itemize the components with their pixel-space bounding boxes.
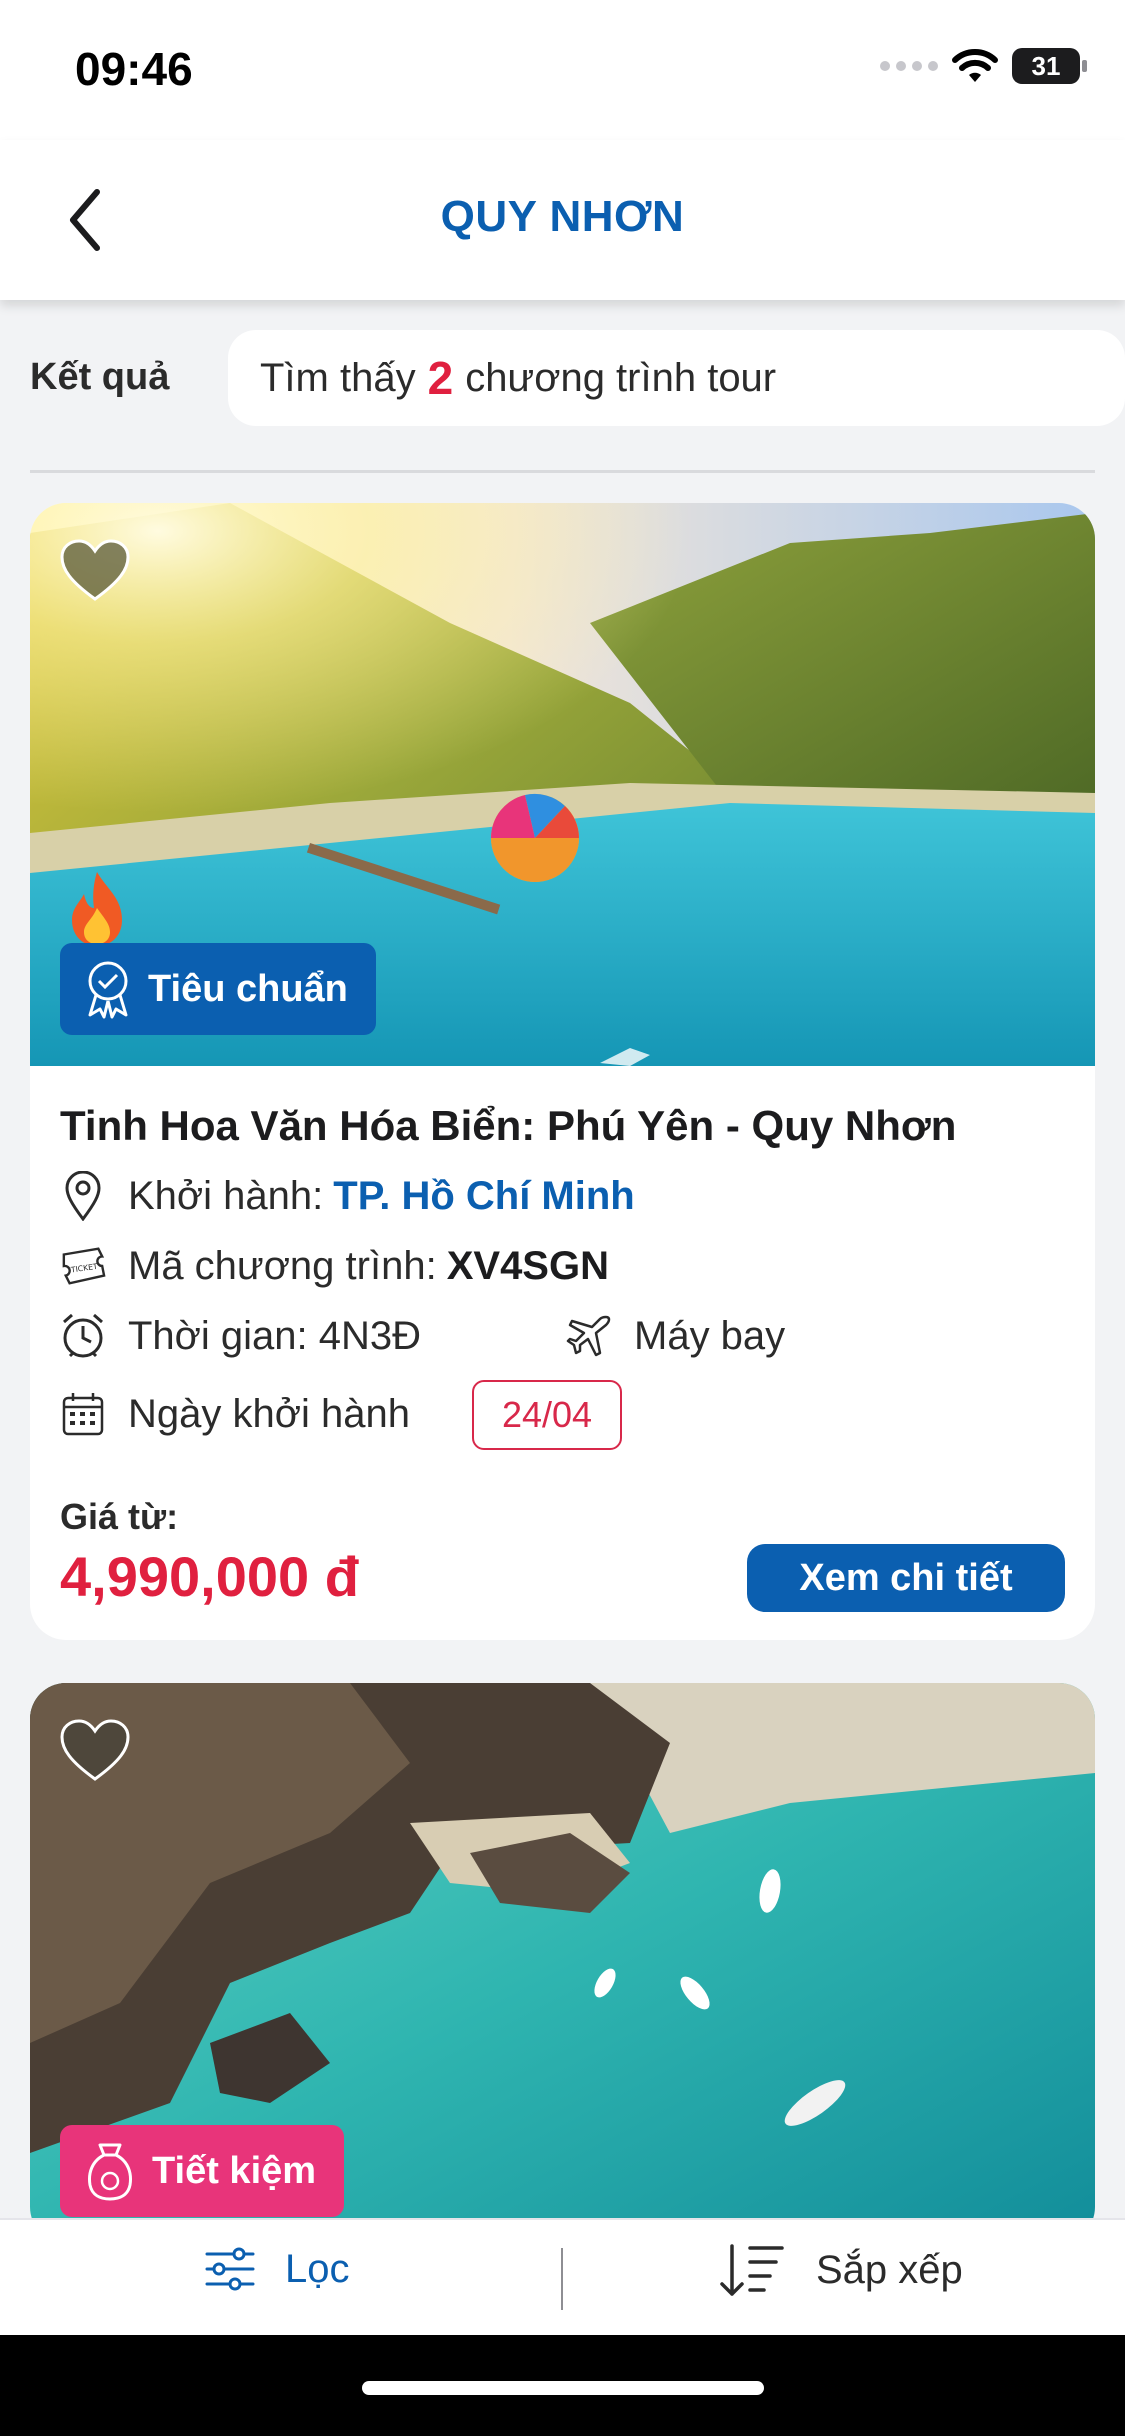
calendar-icon: [60, 1388, 106, 1440]
tour-code: XV4SGN: [446, 1243, 609, 1288]
badge-icon: [88, 961, 128, 1019]
battery-icon: 31: [1012, 48, 1087, 84]
duration-text: Thời gian: 4N3Đ: [128, 1313, 422, 1358]
filter-label: Lọc: [285, 2246, 350, 2291]
sort-icon: [720, 2244, 784, 2296]
status-bar: 09:46 31: [0, 0, 1125, 140]
results-box: Tìm thấy 2 chương trình tour: [228, 330, 1125, 426]
piggy-bank-icon: [88, 2143, 132, 2201]
dates-row: Ngày khởi hành: [60, 1388, 410, 1440]
tour-tag-standard: Tiêu chuẩn: [60, 943, 376, 1035]
page-title: QUY NHƠN: [440, 192, 685, 241]
heart-icon: [60, 539, 130, 601]
departure-date-chip[interactable]: 24/04: [472, 1380, 622, 1450]
wifi-icon: [952, 49, 998, 82]
departure-label: Khởi hành:: [128, 1173, 324, 1218]
tour-image-coast[interactable]: Tiết kiệm: [30, 1683, 1095, 2243]
view-detail-button[interactable]: Xem chi tiết: [747, 1544, 1065, 1612]
results-prefix: Tìm thấy: [260, 355, 416, 400]
results-count: 2: [427, 352, 454, 404]
status-time: 09:46: [75, 43, 193, 95]
price-value: 4,990,000 đ: [60, 1545, 359, 1608]
dates-label: Ngày khởi hành: [128, 1391, 410, 1436]
home-indicator[interactable]: [362, 2381, 764, 2395]
divider: [30, 470, 1095, 473]
code-label: Mã chương trình:: [128, 1243, 437, 1288]
transport-row: Máy bay: [566, 1310, 785, 1362]
tour-card[interactable]: Tiêu chuẩn Tinh Hoa Văn Hóa Biển: Phú Yê…: [30, 503, 1095, 1640]
tour-tag-saving: Tiết kiệm: [60, 2125, 345, 2217]
tour-card[interactable]: Tiết kiệm: [30, 1683, 1095, 2243]
price-label: Giá từ:: [60, 1496, 179, 1537]
results-label: Kết quả: [30, 356, 170, 398]
tour-title[interactable]: Tinh Hoa Văn Hóa Biển: Phú Yên - Quy Nhơ…: [60, 1102, 956, 1150]
tour-details: Tinh Hoa Văn Hóa Biển: Phú Yên - Quy Nhơ…: [30, 1066, 1095, 1640]
filter-sliders-icon: [205, 2247, 255, 2291]
tag-label: Tiết kiệm: [152, 2149, 317, 2192]
svg-text:TICKET: TICKET: [69, 1262, 98, 1275]
bar-separator: [561, 2248, 563, 2310]
favorite-button[interactable]: [60, 539, 130, 603]
tour-image-beach[interactable]: Tiêu chuẩn: [30, 503, 1095, 1066]
cellular-signal-icon: [880, 61, 938, 71]
departure-city: TP. Hồ Chí Minh: [333, 1173, 635, 1218]
home-indicator-area: [0, 2335, 1125, 2436]
heart-icon: [60, 1719, 130, 1781]
results-suffix: chương trình tour: [465, 355, 777, 400]
tag-label: Tiêu chuẩn: [148, 967, 348, 1010]
alarm-clock-icon: [60, 1310, 106, 1362]
status-indicators: 31: [880, 48, 1087, 84]
filter-button[interactable]: Lọc: [205, 2246, 350, 2292]
airplane-icon: [566, 1310, 612, 1362]
sort-button[interactable]: Sắp xếp: [720, 2242, 963, 2298]
favorite-button[interactable]: [60, 1719, 130, 1783]
nav-header: QUY NHƠN: [0, 140, 1125, 300]
results-summary: Kết quả Tìm thấy 2 chương trình tour: [30, 330, 1125, 426]
bottom-action-bar: Lọc Sắp xếp: [0, 2218, 1125, 2335]
transport-text: Máy bay: [634, 1313, 786, 1358]
location-pin-icon: [60, 1170, 106, 1222]
code-row: TICKET Mã chương trình: XV4SGN: [60, 1240, 609, 1292]
fire-icon: [72, 872, 122, 946]
sort-label: Sắp xếp: [816, 2247, 963, 2292]
departure-row: Khởi hành: TP. Hồ Chí Minh: [60, 1170, 635, 1222]
duration-row: Thời gian: 4N3Đ: [60, 1310, 421, 1362]
ticket-icon: TICKET: [60, 1240, 106, 1292]
